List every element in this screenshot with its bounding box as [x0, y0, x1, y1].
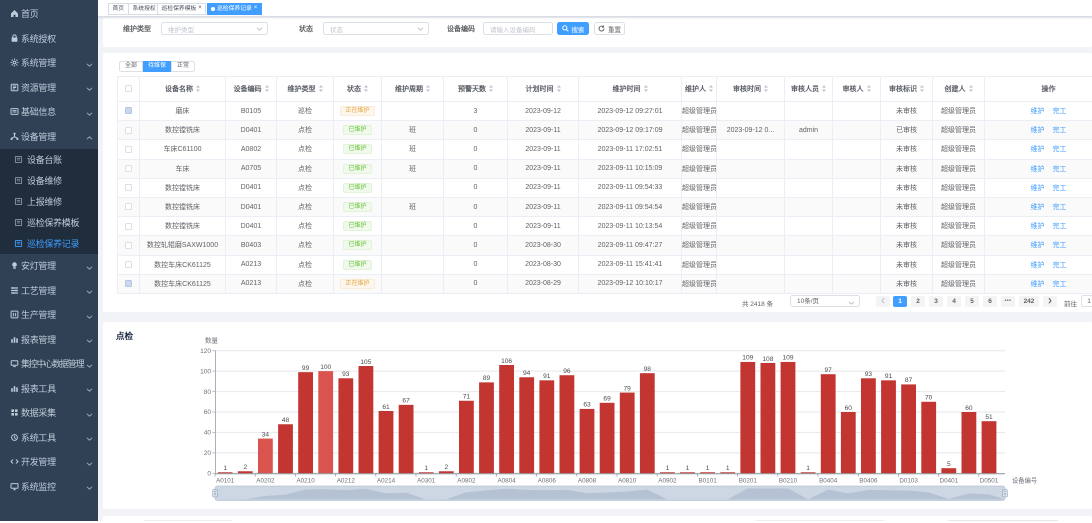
- svg-text:109: 109: [782, 355, 793, 362]
- svg-text:108: 108: [762, 356, 773, 363]
- svg-text:1: 1: [706, 465, 710, 472]
- svg-text:34: 34: [262, 431, 270, 438]
- svg-text:1: 1: [686, 465, 690, 472]
- svg-text:2: 2: [444, 464, 448, 471]
- svg-text:A0101: A0101: [216, 478, 235, 485]
- svg-text:40: 40: [204, 430, 212, 437]
- svg-text:97: 97: [825, 367, 833, 374]
- svg-text:A0214: A0214: [377, 478, 396, 485]
- svg-text:89: 89: [483, 375, 491, 382]
- svg-text:98: 98: [644, 366, 652, 373]
- svg-text:93: 93: [342, 371, 350, 378]
- svg-text:60: 60: [965, 405, 973, 412]
- svg-text:96: 96: [563, 368, 571, 375]
- svg-text:D0103: D0103: [899, 478, 918, 485]
- svg-text:A0808: A0808: [578, 478, 597, 485]
- svg-text:1: 1: [666, 465, 670, 472]
- svg-text:A0902: A0902: [658, 478, 677, 485]
- svg-text:100: 100: [320, 364, 331, 371]
- svg-text:2: 2: [243, 464, 247, 471]
- svg-text:99: 99: [302, 365, 310, 372]
- svg-text:B0406: B0406: [859, 478, 878, 485]
- svg-text:79: 79: [624, 385, 632, 392]
- svg-text:A0210: A0210: [296, 478, 315, 485]
- svg-text:1: 1: [424, 465, 428, 472]
- svg-text:63: 63: [583, 402, 591, 409]
- svg-text:A0802: A0802: [457, 478, 476, 485]
- svg-text:设备编号: 设备编号: [1012, 476, 1037, 485]
- svg-text:A0810: A0810: [618, 478, 637, 485]
- svg-text:0: 0: [207, 471, 211, 478]
- svg-text:60: 60: [204, 409, 212, 416]
- svg-text:B0101: B0101: [698, 478, 717, 485]
- svg-text:5: 5: [947, 461, 951, 468]
- svg-text:B0404: B0404: [819, 478, 838, 485]
- svg-text:91: 91: [543, 373, 551, 380]
- svg-text:100: 100: [200, 368, 211, 375]
- svg-text:B0201: B0201: [739, 478, 758, 485]
- svg-text:105: 105: [360, 359, 371, 366]
- svg-text:数量: 数量: [205, 336, 219, 345]
- svg-text:20: 20: [204, 450, 212, 457]
- svg-text:67: 67: [402, 398, 410, 405]
- svg-text:1: 1: [726, 465, 730, 472]
- svg-text:87: 87: [905, 377, 913, 384]
- svg-text:94: 94: [523, 370, 531, 377]
- svg-text:91: 91: [885, 373, 893, 380]
- svg-text:70: 70: [925, 395, 933, 402]
- svg-text:A0804: A0804: [497, 478, 516, 485]
- svg-text:1: 1: [223, 465, 227, 472]
- svg-text:93: 93: [865, 371, 873, 378]
- svg-text:51: 51: [985, 414, 993, 421]
- svg-text:B0210: B0210: [779, 478, 798, 485]
- svg-text:48: 48: [282, 417, 290, 424]
- svg-text:A0301: A0301: [417, 478, 436, 485]
- svg-text:1: 1: [806, 465, 810, 472]
- svg-text:D0501: D0501: [980, 478, 999, 485]
- svg-text:109: 109: [742, 355, 753, 362]
- svg-text:A0806: A0806: [538, 478, 557, 485]
- svg-text:61: 61: [382, 404, 390, 411]
- svg-text:120: 120: [200, 348, 211, 355]
- svg-text:D0401: D0401: [940, 478, 959, 485]
- svg-text:69: 69: [603, 396, 611, 403]
- svg-text:A0202: A0202: [256, 478, 275, 485]
- svg-text:71: 71: [463, 394, 471, 401]
- svg-text:106: 106: [501, 358, 512, 365]
- svg-text:60: 60: [845, 405, 853, 412]
- svg-text:80: 80: [204, 389, 212, 396]
- svg-text:A0212: A0212: [337, 478, 356, 485]
